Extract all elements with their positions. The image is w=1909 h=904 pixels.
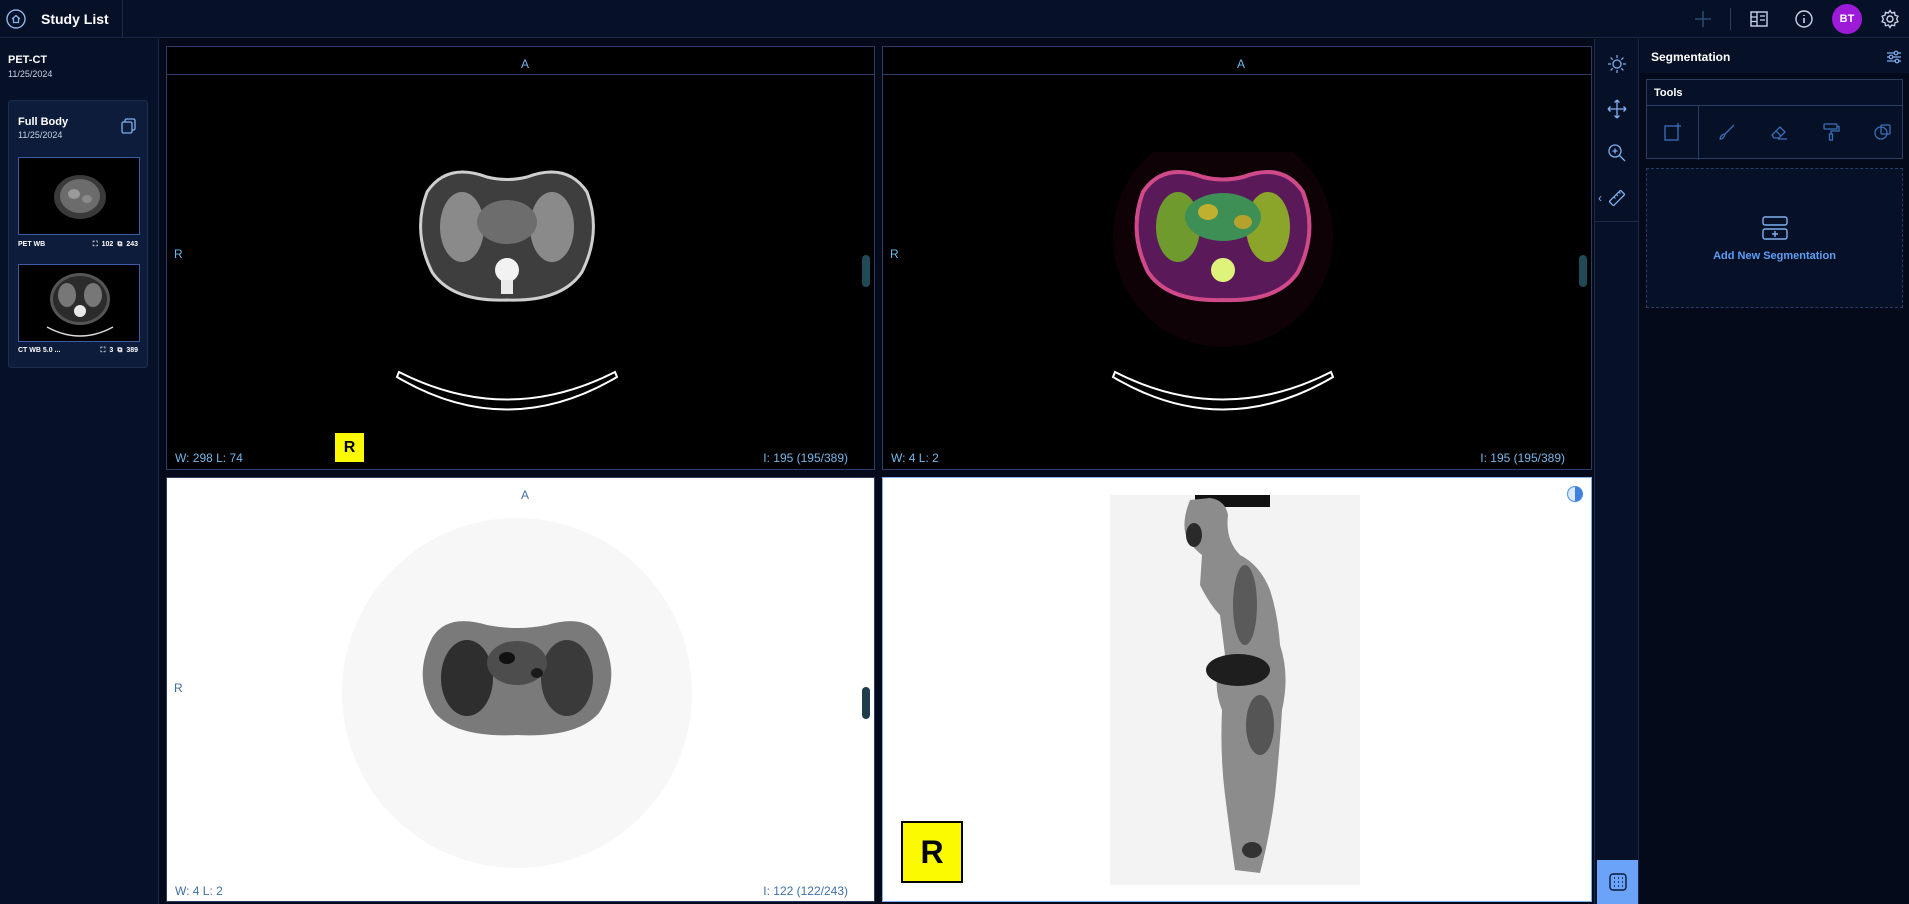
add-segmentation-label: Add New Segmentation <box>1713 250 1836 262</box>
tools-label: Tools <box>1654 87 1683 99</box>
segmentation-panel: Segmentation Tools Add New Segmentation <box>1640 39 1909 904</box>
segmentation-tools: Tools <box>1646 79 1903 160</box>
divider <box>1730 8 1731 30</box>
instance-count: 389 <box>126 347 138 354</box>
study-card-title: Full Body <box>18 116 69 128</box>
instance-count: 243 <box>126 241 138 248</box>
info-icon[interactable] <box>1794 9 1814 29</box>
series-counts: ⛶ 102 ⧉ 243 <box>93 241 138 249</box>
series-label: CT WB 5.0 ... <box>18 347 61 354</box>
measure-icon[interactable] <box>1607 188 1627 208</box>
series-thumbnail-ct[interactable] <box>18 264 140 342</box>
viewport-ct-axial[interactable]: A R R W: 298 L: 74 I: 195 (195/389) <box>166 46 875 470</box>
home-icon[interactable] <box>6 9 26 29</box>
frame-count: 3 <box>109 347 114 354</box>
toggle-panel-button[interactable] <box>1597 860 1638 904</box>
orientation-top: A <box>1237 57 1246 71</box>
orientation-top: A <box>521 488 530 502</box>
add-segment-icon[interactable] <box>1663 122 1683 142</box>
sliders-icon[interactable] <box>1885 48 1903 66</box>
divider <box>122 0 123 38</box>
study-date: 11/25/2024 <box>8 69 53 79</box>
orientation-left: R <box>174 681 183 695</box>
user-avatar[interactable]: BT <box>1832 4 1862 34</box>
viewport-pet-axial[interactable]: A R W: 4 L: 2 I: 122 (122/243) <box>166 477 875 902</box>
instance-number: I: 195 (195/389) <box>763 451 848 465</box>
study-browser-panel: PET-CT 11/25/2024 Full Body 11/25/2024 P… <box>0 39 159 904</box>
viewport-fusion-axial[interactable]: A R W: 4 L: 2 I: 195 (195/389) <box>882 46 1592 470</box>
paint-roller-icon[interactable] <box>1821 122 1841 142</box>
study-list-link[interactable]: Study List <box>41 11 109 27</box>
viewport-mip[interactable]: R <box>882 477 1592 902</box>
series-counts: ⛶ 3 ⧉ 389 <box>101 347 139 355</box>
zoom-icon[interactable] <box>1607 143 1627 163</box>
divider <box>1595 221 1639 222</box>
r-marker: R <box>901 821 963 883</box>
window-level: W: 298 L: 74 <box>175 451 243 465</box>
divider <box>1698 106 1699 160</box>
pan-icon[interactable] <box>1607 99 1627 119</box>
study-modality: PET-CT <box>8 54 48 66</box>
scrollbar-thumb[interactable] <box>1579 255 1587 287</box>
pet-thumbnail-image <box>19 158 139 234</box>
orientation-top: A <box>521 57 530 71</box>
orientation-left: R <box>174 247 183 261</box>
frames-icon: ⛶ <box>92 241 98 248</box>
pet-axial-image <box>342 518 692 868</box>
add-segmentation-button[interactable]: Add New Segmentation <box>1646 168 1903 308</box>
r-marker: R <box>335 433 364 462</box>
add-segmentation-icon <box>1762 216 1788 240</box>
tools-row <box>1647 105 1902 160</box>
series-thumbnail-pet[interactable] <box>18 157 140 235</box>
crosshair-icon[interactable] <box>1693 9 1713 29</box>
tool-column: ‹ <box>1594 39 1639 904</box>
eraser-icon[interactable] <box>1769 122 1789 142</box>
layout-icon[interactable] <box>1749 9 1769 29</box>
collapse-arrow[interactable]: ‹ <box>1598 191 1602 205</box>
ct-axial-image <box>395 170 619 411</box>
orientation-left: R <box>890 247 899 261</box>
series-label: PET WB <box>18 241 46 248</box>
settings-icon[interactable] <box>1880 9 1900 29</box>
instances-icon: ⧉ <box>117 347 123 354</box>
instances-icon: ⧉ <box>117 241 123 248</box>
instance-number: I: 195 (195/389) <box>1480 451 1565 465</box>
window-level: W: 4 L: 2 <box>175 884 223 898</box>
top-bar: Study List BT <box>0 0 1909 38</box>
fusion-axial-image <box>1111 152 1335 411</box>
ct-thumbnail-image <box>19 265 139 341</box>
window-level-icon[interactable] <box>1607 54 1627 74</box>
study-card[interactable]: Full Body 11/25/2024 PET WB ⛶ 102 ⧉ 243 <box>8 100 148 368</box>
frame-count: 102 <box>101 241 114 248</box>
segmentation-header: Segmentation <box>1640 39 1909 73</box>
scrollbar-thumb[interactable] <box>862 255 870 287</box>
instance-number: I: 122 (122/243) <box>763 884 848 898</box>
shapes-icon[interactable] <box>1873 122 1893 142</box>
segmentation-title: Segmentation <box>1651 50 1731 64</box>
copy-icon[interactable] <box>120 117 138 135</box>
window-level: W: 4 L: 2 <box>891 451 939 465</box>
grid-icon <box>1608 873 1627 891</box>
frames-icon: ⛶ <box>100 347 106 354</box>
scrollbar-thumb[interactable] <box>862 687 870 719</box>
brush-icon[interactable] <box>1717 122 1737 142</box>
study-card-date: 11/25/2024 <box>18 130 63 140</box>
mip-image <box>1110 495 1360 885</box>
contrast-icon[interactable] <box>1566 485 1584 503</box>
